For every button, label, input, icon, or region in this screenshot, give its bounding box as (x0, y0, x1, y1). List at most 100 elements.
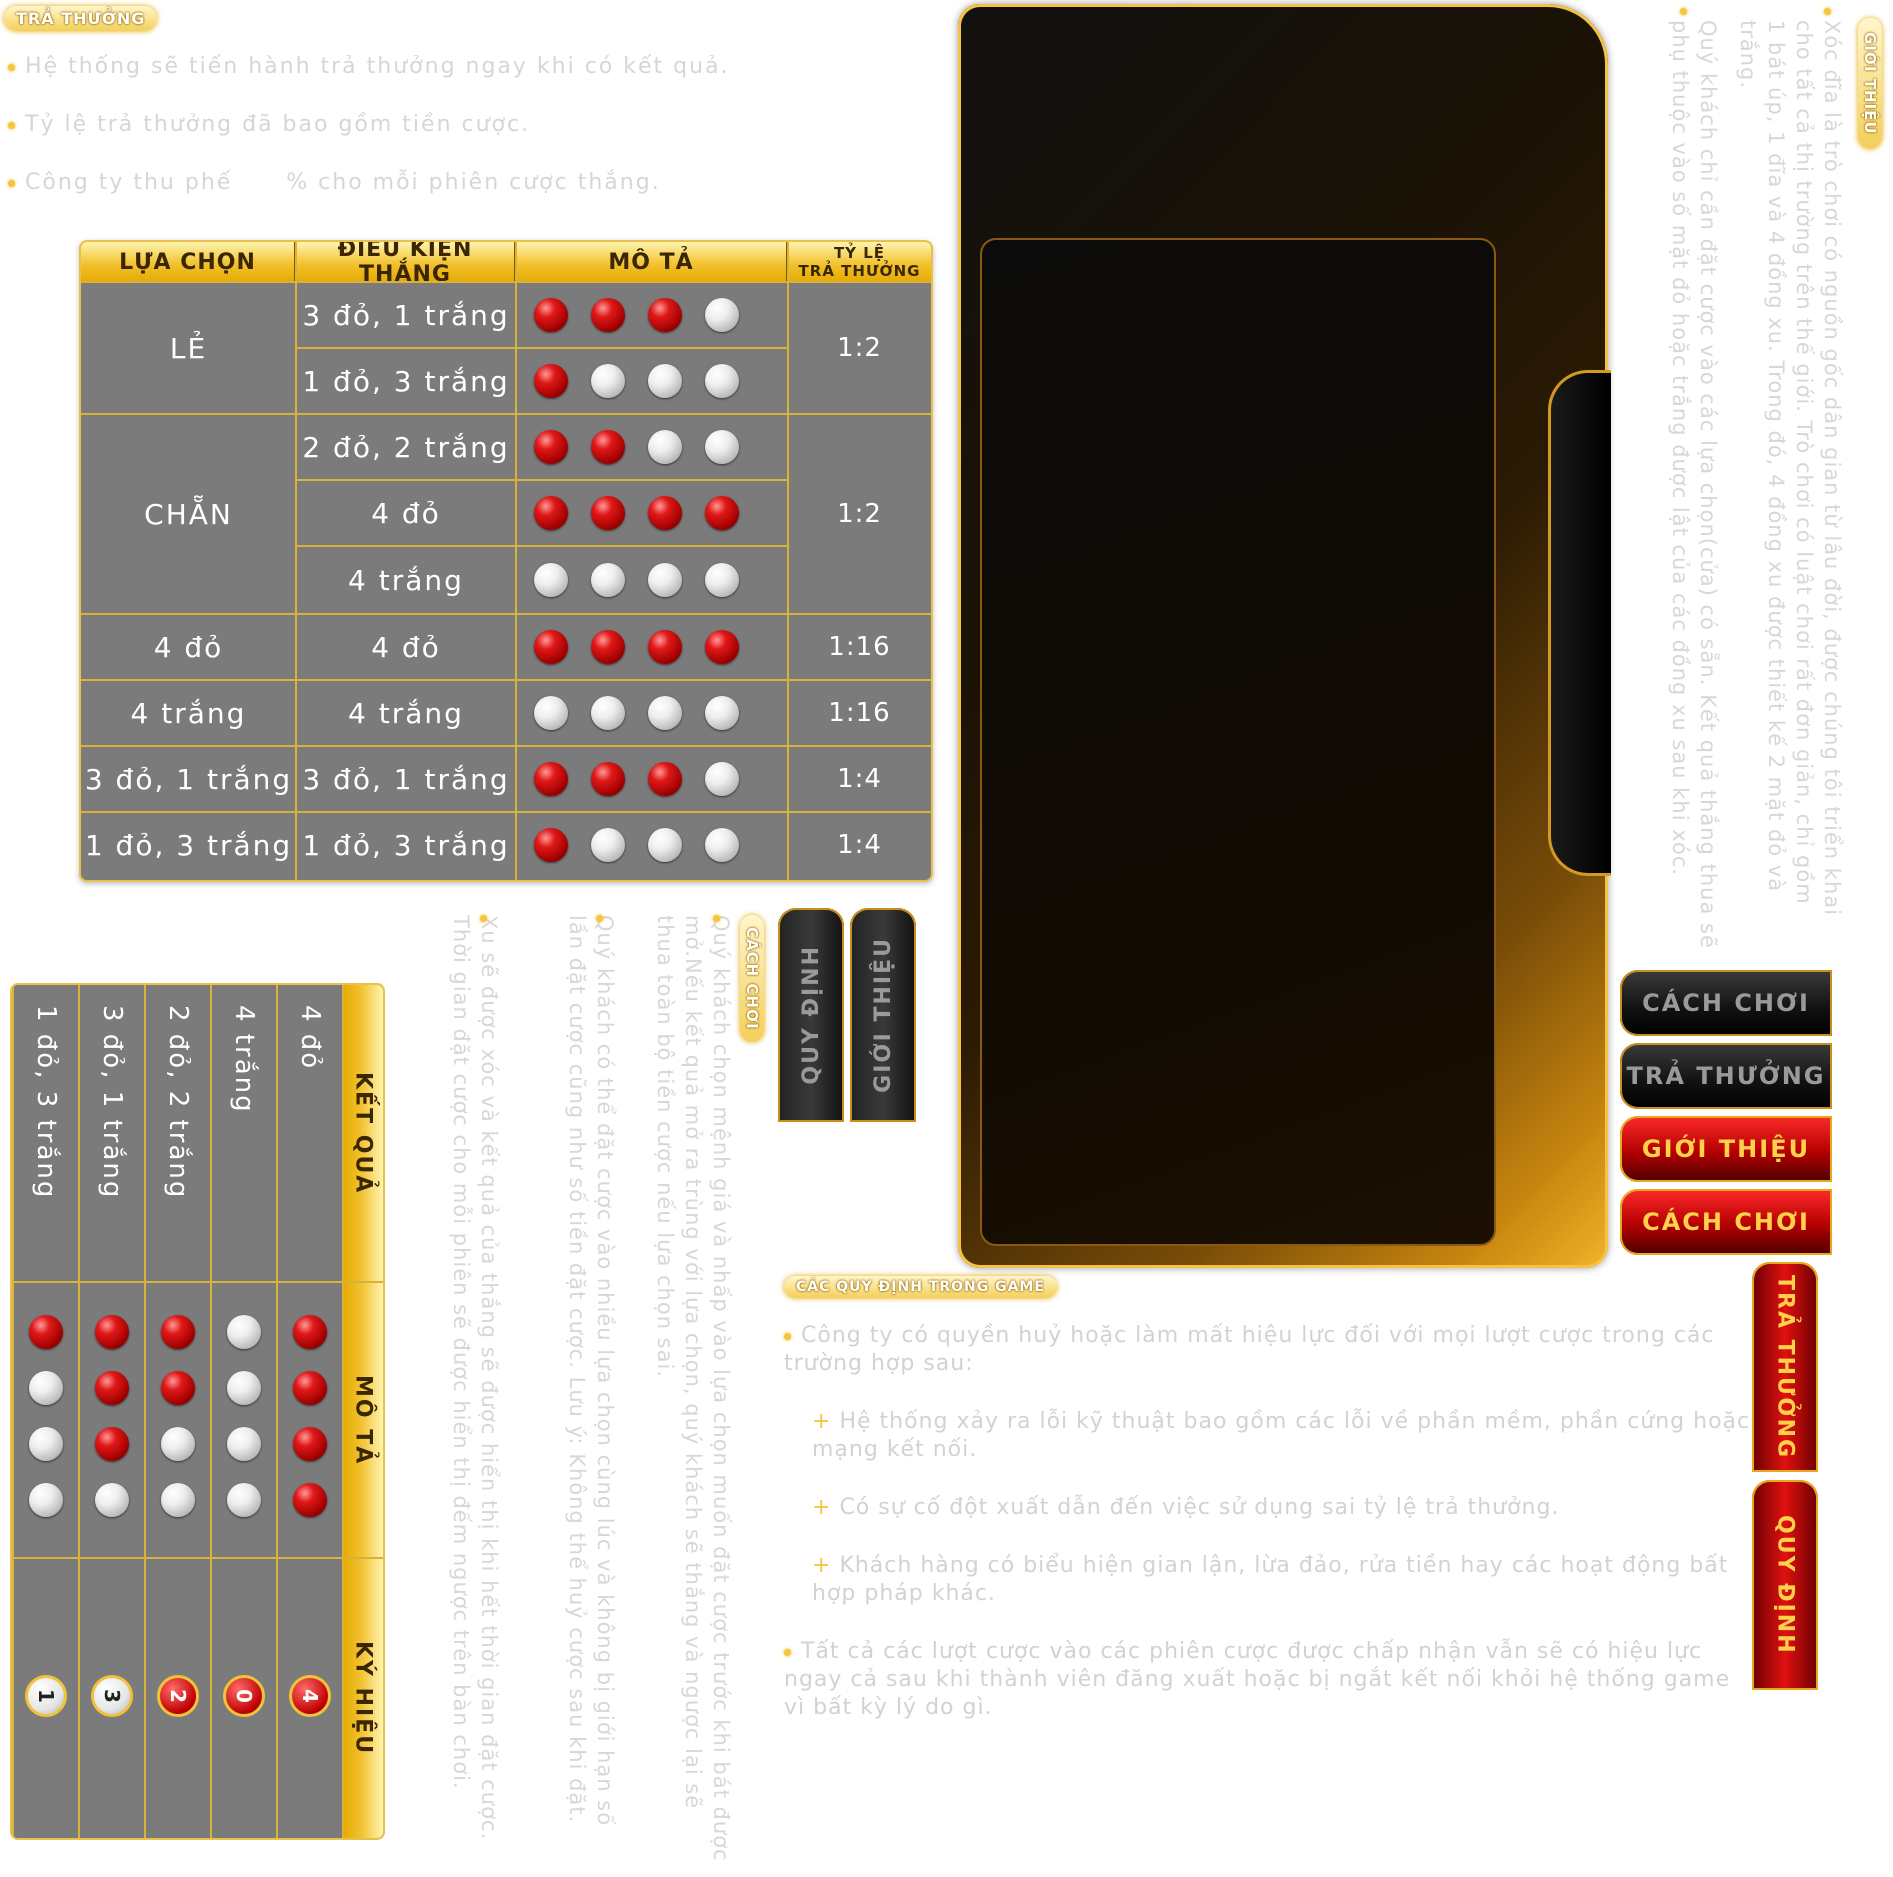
grid-line (81, 745, 931, 747)
tab-quy-dinh-vertical[interactable]: QUY ĐỊNH (778, 908, 844, 1122)
result-symbol: 3 (91, 1675, 133, 1717)
header-ket-qua: KẾT QUẢ (343, 985, 383, 1282)
tab-cach-choi-dark[interactable]: CÁCH CHƠI (1620, 970, 1832, 1036)
gioi-thieu-title: GIỚI THIỆU (1858, 18, 1882, 149)
payout-table: LỰA CHỌN ĐIỀU KIỆN THẮNG MÔ TẢ TỶ LỆ TRẢ … (79, 240, 933, 882)
white-coin-icon (648, 828, 682, 862)
red-coin-icon (534, 828, 568, 862)
gioi-thieu-p1: Xóc đĩa là trò chơi có nguồn gốc dân gia… (1736, 20, 1844, 916)
tab-tra-thuong-dark[interactable]: TRẢ THƯỞNG (1620, 1043, 1832, 1109)
rule-case-1: + Hệ thống xảy ra lỗi kỹ thuật bao gồm cá… (812, 1409, 1751, 1462)
plus-icon: + (812, 1553, 832, 1578)
white-coin-icon (29, 1483, 63, 1517)
result-symbol: 2 (157, 1675, 199, 1717)
grid-line (81, 679, 931, 681)
choice-cell: CHẴN (144, 497, 233, 531)
ratio-cell: 1:16 (828, 698, 891, 728)
white-coin-icon (591, 696, 625, 730)
result-cell: 2 đỏ, 2 trắng (163, 1005, 193, 1200)
tab-tra-thuong-vertical[interactable]: TRẢ THƯỞNG (1752, 1262, 1818, 1472)
bullet-icon (596, 915, 603, 922)
tra-thuong-note-1: Hệ thống sẽ tiến hành trả thưởng ngay kh… (8, 54, 730, 79)
grid-line (12, 985, 14, 1838)
grid-line (787, 242, 789, 880)
condition-cell: 4 đỏ (371, 496, 441, 530)
tab-gioi-thieu-vertical[interactable]: GIỚI THIỆU (850, 908, 916, 1122)
result-symbol: 4 (289, 1675, 331, 1717)
condition-cell: 2 đỏ, 2 trắng (302, 430, 510, 464)
red-coin-icon (534, 496, 568, 530)
white-coin-icon (705, 298, 739, 332)
white-coin-icon (705, 430, 739, 464)
choice-cell: LẺ (169, 331, 208, 365)
grid-line (12, 1557, 383, 1559)
result-cell: 3 đỏ, 1 trắng (97, 1005, 127, 1200)
ratio-cell: 1:2 (837, 333, 882, 363)
result-cell: 4 đỏ (295, 1005, 325, 1071)
white-coin-icon (227, 1315, 261, 1349)
red-coin-icon (293, 1315, 327, 1349)
choice-cell: 4 đỏ (153, 630, 224, 664)
grid-line (12, 1281, 383, 1283)
result-symbol: 1 (25, 1675, 67, 1717)
result-table: KẾT QUẢ MÔ TẢ KÝ HIỆU 4 đỏ 4 4 trắng 0 2 đỏ,… (10, 983, 385, 1840)
result-symbol: 0 (223, 1675, 265, 1717)
bullet-icon (480, 915, 487, 922)
white-coin-icon (227, 1483, 261, 1517)
cach-choi-title: CÁCH CHƠI (740, 915, 764, 1042)
result-cell: 1 đỏ, 3 trắng (31, 1005, 61, 1200)
header-mo-ta: MÔ TẢ (516, 242, 788, 282)
cach-choi-p2: Quý khách có thể đặt cược vào nhiều lựa … (565, 915, 617, 1827)
panel-notch (1548, 370, 1611, 876)
condition-cell: 1 đỏ, 3 trắng (302, 828, 510, 862)
grid-line (81, 613, 931, 615)
white-coin-icon (227, 1427, 261, 1461)
header-mo-ta-rotated: MÔ TẢ (343, 1282, 383, 1558)
red-coin-icon (95, 1427, 129, 1461)
white-coin-icon (591, 364, 625, 398)
tab-quy-dinh-vertical-red[interactable]: QUY ĐỊNH (1752, 1480, 1818, 1690)
red-coin-icon (648, 630, 682, 664)
white-coin-icon (705, 762, 739, 796)
condition-cell: 1 đỏ, 3 trắng (302, 364, 510, 398)
plus-icon: + (812, 1495, 832, 1520)
white-coin-icon (705, 828, 739, 862)
white-coin-icon (705, 696, 739, 730)
white-coin-icon (227, 1371, 261, 1405)
ratio-cell: 1:2 (837, 499, 882, 529)
bullet-icon (784, 1332, 791, 1340)
red-coin-icon (648, 762, 682, 796)
red-coin-icon (591, 430, 625, 464)
condition-cell: 3 đỏ, 1 trắng (302, 762, 510, 796)
cach-choi-p1: Quý khách chọn mệnh giá và nhấp vào lựa … (653, 915, 733, 1862)
red-coin-icon (161, 1371, 195, 1405)
grid-line (296, 347, 788, 349)
white-coin-icon (591, 828, 625, 862)
red-coin-icon (161, 1315, 195, 1349)
grid-line (296, 545, 788, 547)
grid-line (295, 242, 297, 880)
red-coin-icon (705, 496, 739, 530)
quy-dinh-title: CÁC QUY ĐỊNH TRONG GAME (784, 1276, 1057, 1298)
red-coin-icon (29, 1315, 63, 1349)
ratio-cell: 1:16 (828, 632, 891, 662)
tab-cach-choi-red[interactable]: CÁCH CHƠI (1620, 1189, 1832, 1255)
cach-choi-p3: Xu sẽ được xóc và kết quả của thắng sẽ đ… (449, 915, 501, 1841)
white-coin-icon (534, 696, 568, 730)
white-coin-icon (648, 563, 682, 597)
white-coin-icon (534, 563, 568, 597)
red-coin-icon (293, 1371, 327, 1405)
bullet-icon (8, 179, 15, 187)
red-coin-icon (534, 630, 568, 664)
header-ky-hieu: KÝ HIỆU (343, 1558, 383, 1838)
red-coin-icon (591, 298, 625, 332)
red-coin-icon (534, 364, 568, 398)
red-coin-icon (293, 1427, 327, 1461)
bullet-icon (1680, 8, 1687, 15)
quy-dinh-rules: Công ty có quyền huỷ hoặc làm mất hiệu l… (784, 1322, 1754, 1752)
header-dieu-kien: ĐIỀU KIỆN THẮNG (296, 242, 516, 287)
white-coin-icon (705, 364, 739, 398)
result-cell: 4 trắng (229, 1005, 259, 1114)
grid-line (515, 242, 517, 880)
tab-gioi-thieu-red[interactable]: GIỚI THIỆU (1620, 1116, 1832, 1182)
